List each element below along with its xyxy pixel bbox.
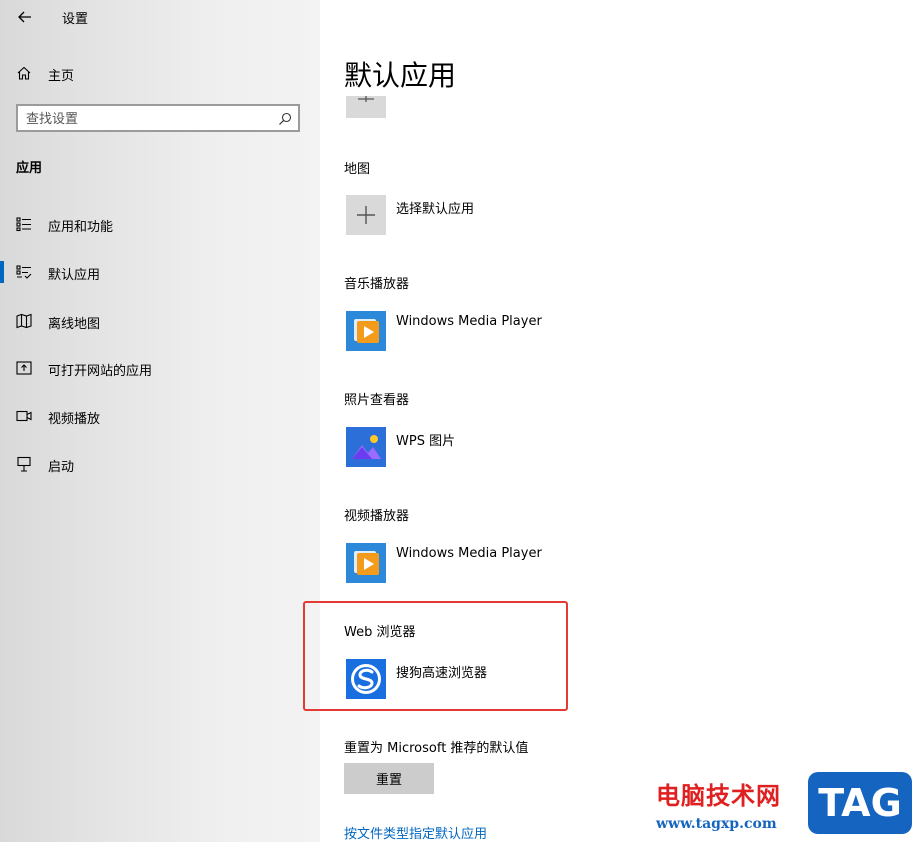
search-icon[interactable] — [278, 111, 292, 125]
main-content: 默认应用 地图 选择默认应用 音乐播放器 Windows Media Playe… — [320, 0, 920, 842]
title-bar: 设置 — [0, 0, 320, 34]
video-playback-icon — [16, 408, 32, 424]
default-app-photos[interactable]: WPS 图片 — [344, 427, 644, 469]
sidebar-item-apps-for-websites[interactable]: 可打开网站的应用 — [0, 351, 320, 385]
sidebar-item-apps-features[interactable]: 应用和功能 — [0, 207, 320, 241]
sidebar-item-label: 离线地图 — [48, 317, 101, 332]
watermark-url: www.tagxp.com — [656, 816, 777, 832]
default-app-maps[interactable]: 选择默认应用 — [344, 195, 644, 237]
page-title: 默认应用 — [344, 59, 457, 92]
watermark-title: 电脑技术网 — [656, 781, 781, 810]
apps-for-websites-icon — [16, 360, 32, 376]
category-label-music: 音乐播放器 — [344, 277, 410, 292]
sidebar-item-startup[interactable]: 启动 — [0, 447, 320, 481]
offline-maps-icon — [16, 313, 32, 329]
windows-media-player-icon — [346, 311, 386, 351]
reset-button[interactable]: 重置 — [344, 763, 434, 794]
app-title: 设置 — [62, 12, 89, 27]
sidebar-item-label: 启动 — [48, 460, 75, 475]
plus-icon — [346, 195, 386, 235]
default-app-music[interactable]: Windows Media Player — [344, 311, 644, 353]
default-apps-icon — [16, 264, 32, 280]
back-arrow-icon[interactable] — [14, 6, 36, 28]
watermark: 电脑技术网 www.tagxp.com TAG — [652, 770, 918, 840]
annotation-highlight-box — [303, 601, 568, 711]
choose-by-file-type-link[interactable]: 按文件类型指定默认应用 — [344, 823, 487, 842]
plus-icon — [358, 96, 374, 102]
app-name: WPS 图片 — [396, 434, 456, 449]
sidebar-item-home[interactable]: 主页 — [0, 56, 320, 90]
wps-pictures-icon — [346, 427, 386, 467]
sidebar: 设置 主页 应用 应用和功能 默认应用 离线地图 可打开 — [0, 0, 320, 842]
windows-media-player-icon — [346, 543, 386, 583]
apps-features-icon — [16, 216, 32, 232]
home-icon — [16, 65, 32, 81]
search-input[interactable] — [26, 110, 276, 128]
search-box[interactable] — [16, 104, 300, 132]
sidebar-item-label: 可打开网站的应用 — [48, 364, 153, 379]
sidebar-item-offline-maps[interactable]: 离线地图 — [0, 304, 320, 338]
sidebar-item-default-apps[interactable]: 默认应用 — [0, 255, 320, 289]
section-header: 应用 — [16, 161, 43, 176]
sidebar-item-label: 应用和功能 — [48, 220, 114, 235]
category-label-video: 视频播放器 — [344, 509, 410, 524]
sidebar-item-label: 默认应用 — [48, 268, 101, 283]
sidebar-item-video-playback[interactable]: 视频播放 — [0, 399, 320, 433]
sidebar-item-label: 视频播放 — [48, 412, 101, 427]
app-name: 选择默认应用 — [396, 202, 475, 217]
category-label-photos: 照片查看器 — [344, 393, 410, 408]
reset-label: 重置为 Microsoft 推荐的默认值 — [344, 741, 529, 756]
startup-icon — [16, 456, 32, 472]
sidebar-item-label: 主页 — [48, 69, 75, 84]
watermark-tag-logo: TAG — [808, 772, 912, 834]
category-label-maps: 地图 — [344, 162, 371, 177]
app-name: Windows Media Player — [396, 314, 542, 329]
app-name: Windows Media Player — [396, 546, 542, 561]
default-app-video[interactable]: Windows Media Player — [344, 543, 644, 585]
scrolled-plus-tile[interactable] — [346, 96, 386, 118]
